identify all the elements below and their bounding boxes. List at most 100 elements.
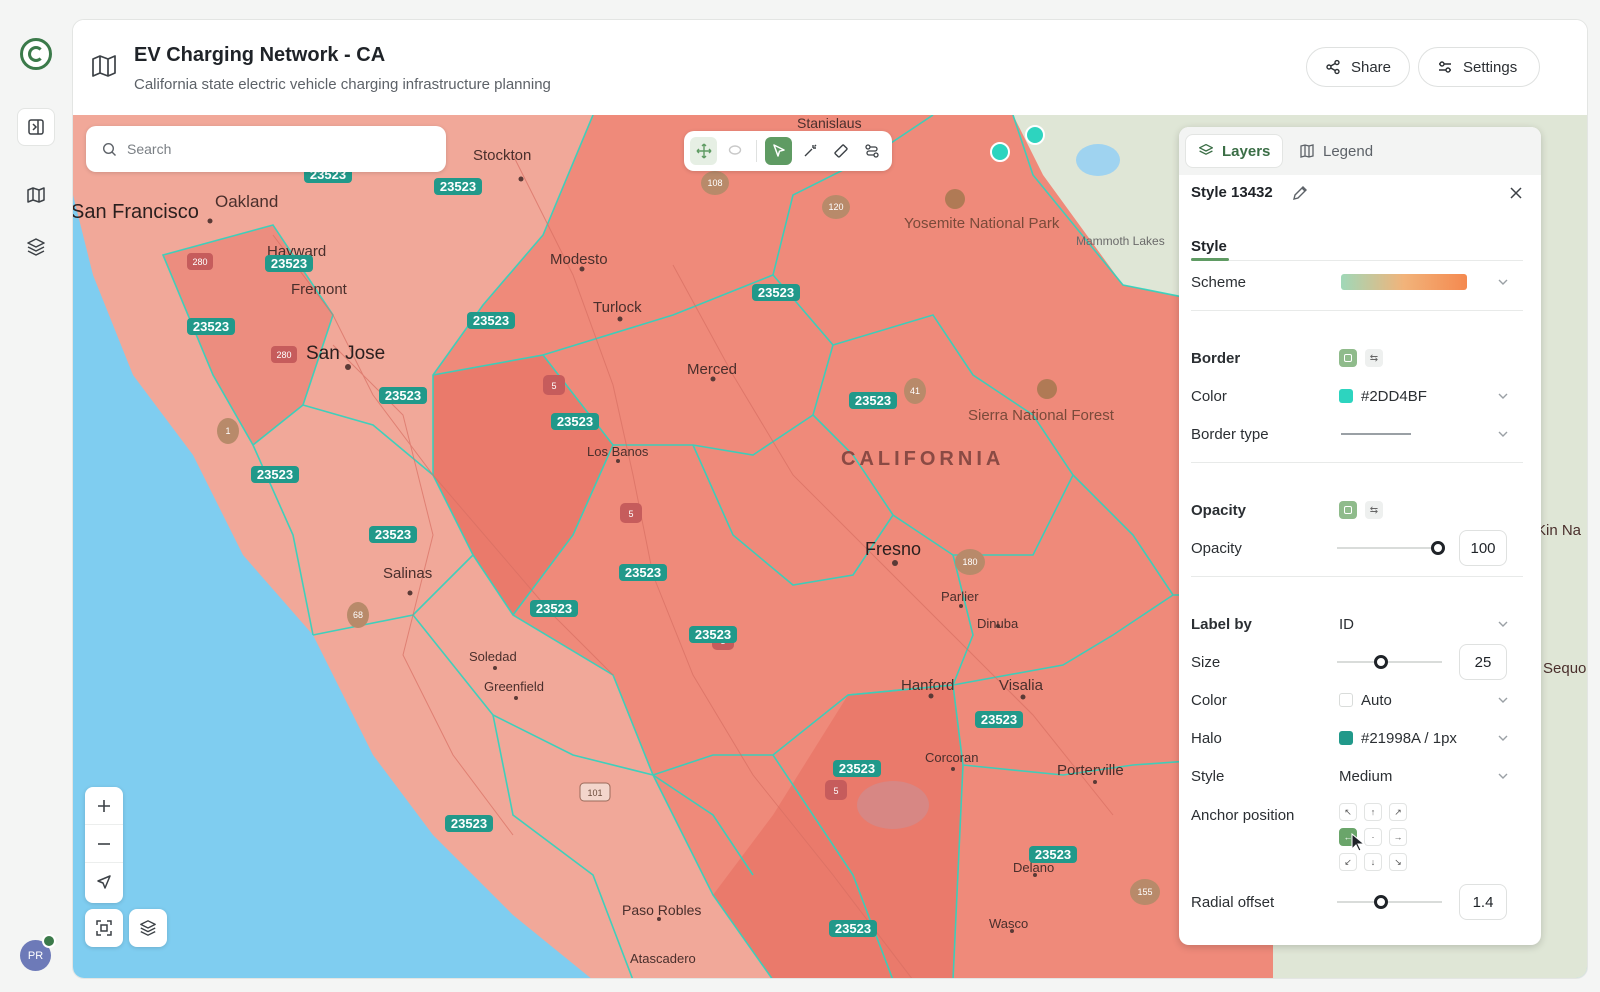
- svg-text:Modesto: Modesto: [550, 251, 608, 268]
- border-label: Border: [1191, 349, 1241, 367]
- label-by-value[interactable]: ID: [1339, 616, 1354, 633]
- lake-bed: [857, 781, 929, 829]
- feature-id-label: 23523: [434, 178, 482, 195]
- station-marker[interactable]: [1025, 125, 1045, 145]
- fit-bounds-button[interactable]: [85, 909, 123, 947]
- lake: [1076, 144, 1120, 176]
- page-subtitle: California state electric vehicle chargi…: [134, 76, 551, 93]
- opacity-label: Opacity: [1191, 539, 1242, 557]
- close-panel-button[interactable]: [1507, 184, 1525, 207]
- minus-icon: [98, 842, 110, 845]
- style-title: Style 13432: [1191, 184, 1273, 201]
- halo-value[interactable]: #21998A / 1px: [1339, 730, 1457, 747]
- feature-id-text: 23523: [257, 467, 293, 482]
- border-color-value[interactable]: #2DD4BF: [1339, 388, 1427, 405]
- svg-text:Stanislaus: Stanislaus: [797, 115, 862, 131]
- map-canvas[interactable]: 280 280 1 68 5 5 5 5 101 108 120 41 180 …: [73, 115, 1587, 978]
- anchor-top-right[interactable]: ↗: [1389, 803, 1407, 821]
- settings-button[interactable]: Settings: [1418, 47, 1540, 87]
- opacity-slider[interactable]: [1337, 541, 1445, 555]
- size-slider[interactable]: [1337, 655, 1442, 669]
- scheme-row[interactable]: Scheme: [1191, 270, 1523, 294]
- navigation-icon: [97, 875, 111, 889]
- nav-maps-button[interactable]: [17, 176, 55, 214]
- border-type-row[interactable]: Border type: [1191, 422, 1523, 446]
- opacity-link-toggle[interactable]: ⇆: [1365, 501, 1383, 519]
- label-color-row[interactable]: Color Auto: [1191, 688, 1523, 712]
- basemap-layers-button[interactable]: [129, 909, 167, 947]
- size-slider-knob[interactable]: [1374, 655, 1389, 669]
- svg-text:101: 101: [587, 788, 602, 798]
- svg-text:1: 1: [225, 426, 230, 436]
- label-style-row[interactable]: Style Medium: [1191, 764, 1523, 788]
- toggle-sidebar-button[interactable]: [17, 108, 55, 146]
- opacity-toggles: ⇆: [1339, 501, 1383, 519]
- zoom-in-button[interactable]: [85, 787, 123, 825]
- shield-280: 280: [187, 253, 213, 270]
- svg-text:280: 280: [276, 350, 291, 360]
- halo-row[interactable]: Halo #21998A / 1px: [1191, 726, 1523, 750]
- station-marker[interactable]: [990, 142, 1010, 162]
- svg-text:Visalia: Visalia: [999, 677, 1044, 694]
- svg-text:Kin Na: Kin Na: [1536, 522, 1582, 539]
- size-input[interactable]: 25: [1459, 644, 1507, 680]
- anchor-top[interactable]: ↑: [1364, 803, 1382, 821]
- anchor-bottom-left[interactable]: ↙: [1339, 853, 1357, 871]
- svg-text:5: 5: [833, 786, 838, 796]
- border-type-preview[interactable]: [1341, 433, 1411, 435]
- feature-id-text: 23523: [440, 179, 476, 194]
- feature-id-text: 23523: [758, 285, 794, 300]
- tab-layers[interactable]: Layers: [1185, 134, 1284, 168]
- search-input[interactable]: [127, 141, 417, 157]
- border-link-toggle[interactable]: ⇆: [1365, 349, 1383, 367]
- layers-icon: [140, 920, 156, 936]
- opacity-slider-knob[interactable]: [1431, 541, 1445, 555]
- feature-id-label: 23523: [551, 413, 599, 430]
- app-logo[interactable]: [20, 38, 52, 70]
- nav-layers-button[interactable]: [17, 228, 55, 266]
- radial-offset-slider[interactable]: [1337, 895, 1442, 909]
- label-by-row[interactable]: Label by ID: [1191, 612, 1523, 636]
- opacity-enable-toggle[interactable]: [1339, 501, 1357, 519]
- tab-legend[interactable]: Legend: [1287, 134, 1385, 168]
- svg-text:Sierra National Forest: Sierra National Forest: [968, 407, 1115, 424]
- lasso-tool-button[interactable]: [721, 137, 748, 165]
- radial-offset-input[interactable]: 1.4: [1459, 884, 1507, 920]
- locate-button[interactable]: [85, 863, 123, 901]
- anchor-bottom-right[interactable]: ↘: [1389, 853, 1407, 871]
- measure-tool-button[interactable]: [828, 137, 855, 165]
- feature-id-text: 23523: [451, 816, 487, 831]
- opacity-heading: Opacity: [1191, 501, 1247, 519]
- feature-id-text: 23523: [271, 256, 307, 271]
- section-tab-style[interactable]: Style: [1191, 238, 1227, 255]
- feature-id-label: 23523: [975, 711, 1023, 728]
- route-tool-button[interactable]: [859, 137, 886, 165]
- chevron-down-icon: [1498, 697, 1508, 703]
- magic-select-button[interactable]: [796, 137, 823, 165]
- anchor-position-grid: ↖ ↑ ↗ ← · → ↙ ↓ ↘: [1339, 803, 1409, 873]
- feature-id-label: 23523: [369, 526, 417, 543]
- label-style-label: Style: [1191, 767, 1225, 785]
- divider: [1191, 576, 1523, 577]
- scheme-gradient[interactable]: [1341, 274, 1467, 290]
- border-enable-toggle[interactable]: [1339, 349, 1357, 367]
- edit-title-button[interactable]: [1291, 184, 1309, 207]
- opacity-input[interactable]: 100: [1459, 530, 1507, 566]
- anchor-bottom[interactable]: ↓: [1364, 853, 1382, 871]
- radial-offset-knob[interactable]: [1374, 895, 1389, 909]
- select-tool-button[interactable]: [765, 137, 793, 165]
- zoom-out-button[interactable]: [85, 825, 123, 863]
- anchor-top-left[interactable]: ↖: [1339, 803, 1357, 821]
- search-bar[interactable]: [86, 126, 446, 172]
- feature-id-text: 23523: [855, 393, 891, 408]
- chevron-down-icon: [1498, 393, 1508, 399]
- share-button[interactable]: Share: [1306, 47, 1410, 87]
- label-color-value[interactable]: Auto: [1339, 692, 1392, 709]
- border-color-row[interactable]: Color #2DD4BF: [1191, 384, 1523, 408]
- anchor-right[interactable]: →: [1389, 828, 1407, 846]
- pan-tool-button[interactable]: [690, 137, 718, 165]
- label-style-value[interactable]: Medium: [1339, 768, 1392, 785]
- svg-text:Corcoran: Corcoran: [925, 750, 978, 765]
- shield-180: 180: [955, 549, 985, 575]
- feature-id-text: 23523: [375, 527, 411, 542]
